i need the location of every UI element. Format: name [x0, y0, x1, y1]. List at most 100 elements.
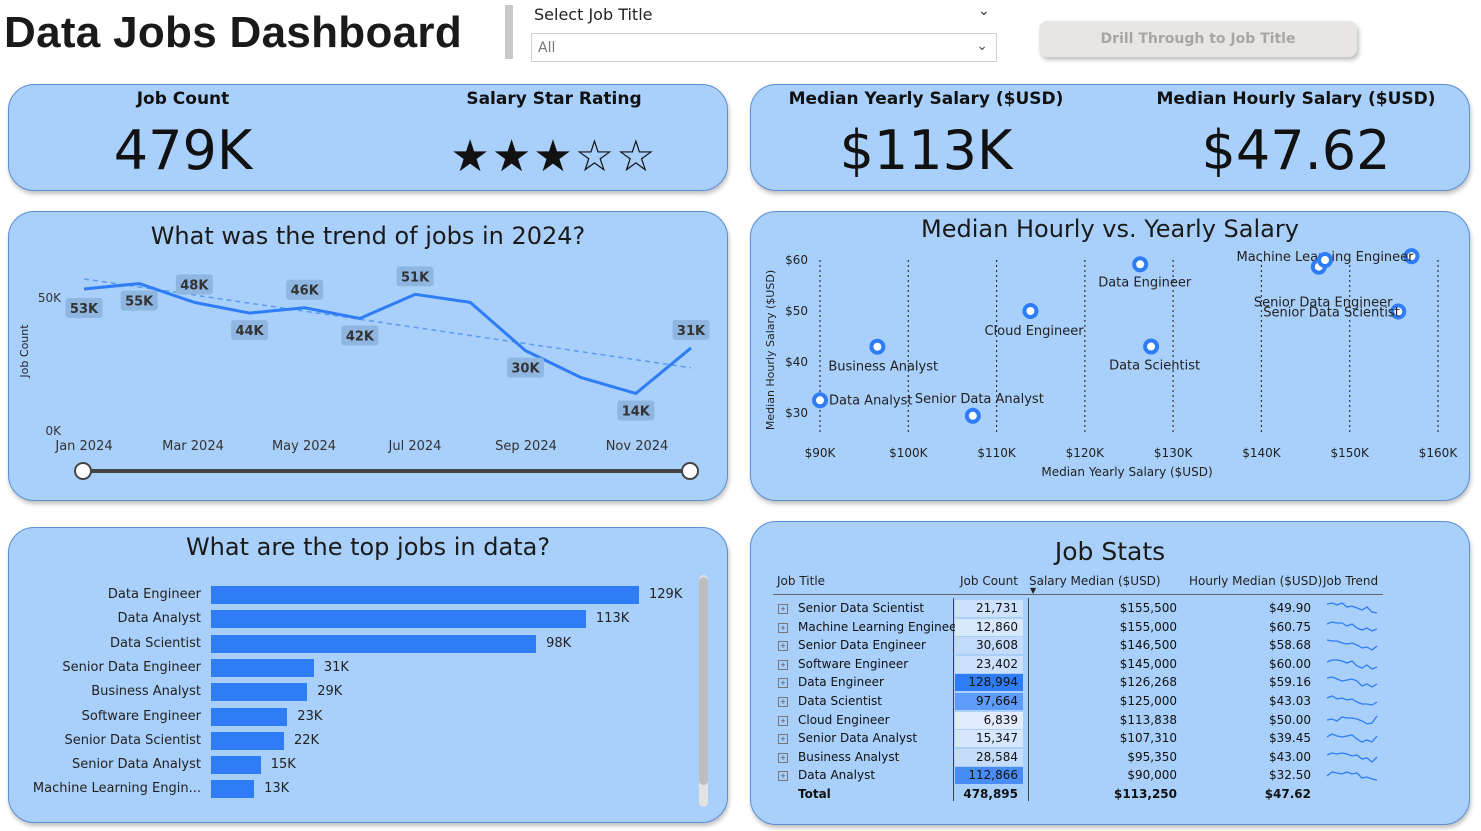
bar[interactable]: [211, 707, 288, 726]
trend-line-chart[interactable]: Job Count 50K 0K Jan 2024 Mar 2024 May 2…: [9, 212, 729, 502]
expand-row-icon[interactable]: +: [778, 678, 788, 689]
kpi-card-salary: Median Yearly Salary ($USD) $113K Median…: [750, 84, 1470, 191]
table-header[interactable]: Salary Median ($USD): [1029, 574, 1161, 588]
bar[interactable]: [211, 780, 255, 799]
scatter-xtick: $140K: [1242, 446, 1282, 460]
hourly-salary-value: $47.62: [1201, 119, 1391, 182]
bar-value-label: 129K: [649, 587, 683, 602]
table-total-hourly: $47.62: [1264, 787, 1311, 801]
expand-row-icon[interactable]: +: [778, 752, 788, 763]
table-cell-salary-median: $145,000: [1119, 656, 1177, 671]
bar[interactable]: [211, 731, 284, 750]
job-title-dropdown[interactable]: All ⌄: [531, 33, 997, 62]
table-header[interactable]: Job Count: [960, 574, 1018, 588]
bar[interactable]: [211, 756, 261, 775]
job-trend-sparkline: [1326, 602, 1378, 614]
table-cell-job-title: Senior Data Analyst: [798, 731, 918, 746]
range-slider-end-handle[interactable]: [681, 462, 699, 480]
job-trend-sparkline: [1326, 752, 1378, 763]
job-trend-sparkline: [1326, 695, 1378, 706]
bar-value-label: 13K: [264, 781, 290, 797]
bar[interactable]: [211, 634, 537, 653]
kpi-card-jobs: Job Count 479K Salary Star Rating ★★★☆☆: [8, 84, 728, 191]
scatter-point: [1316, 252, 1333, 268]
bar-chart-scrollbar[interactable]: [699, 575, 708, 807]
table-cell-salary-median: $155,000: [1119, 619, 1177, 634]
table-cell-salary-median: $95,350: [1127, 749, 1177, 764]
salary-scatter-chart[interactable]: Median Hourly Salary ($USD) Median Yearl…: [751, 212, 1471, 502]
expand-row-icon[interactable]: +: [778, 604, 788, 614]
job-stats-card: Job Stats Job Title Job Count Salary Media…: [750, 521, 1470, 825]
expand-row-icon[interactable]: +: [778, 622, 788, 633]
table-cell-hourly-median: $59.16: [1269, 675, 1311, 690]
scatter-xtick: $120K: [1066, 446, 1106, 460]
expand-row-icon[interactable]: +: [778, 771, 788, 782]
table-cell-hourly-median: $43.03: [1269, 694, 1311, 708]
expand-row-icon[interactable]: +: [778, 734, 788, 745]
drill-through-button[interactable]: Drill Through to Job Title: [1039, 21, 1357, 57]
scatter-point: [964, 407, 981, 424]
range-slider-start-handle[interactable]: [74, 462, 92, 480]
scatter-xtick: $90K: [805, 446, 837, 460]
hourly-salary-label: Median Hourly Salary ($USD): [1156, 89, 1436, 109]
table-cell-job-count: 15,347: [976, 731, 1018, 746]
table-total-label: Total: [798, 787, 831, 801]
scrollbar-thumb[interactable]: [699, 577, 708, 785]
bar-value-label: 98K: [546, 635, 572, 651]
bar[interactable]: [211, 683, 308, 702]
data-label: 44K: [235, 324, 264, 339]
sparkline-path: [1326, 771, 1378, 782]
table-header[interactable]: Job Trend: [1323, 574, 1378, 588]
table-cell-job-title: Data Scientist: [798, 694, 882, 708]
top-jobs-card: What are the top jobs in data? Data Engi…: [8, 527, 728, 823]
table-header-divider: [773, 594, 1383, 595]
trend-xtick: Jan 2024: [54, 439, 112, 454]
table-cell-job-title: Software Engineer: [798, 656, 909, 671]
bar-category-label: Data Analyst: [117, 611, 201, 627]
job-trend-sparkline: [1326, 620, 1378, 632]
expand-row-icon[interactable]: +: [778, 715, 788, 726]
scatter-xtick: $110K: [977, 446, 1017, 460]
job-trend-sparkline: [1326, 659, 1378, 670]
job-trend-sparkline: [1326, 771, 1378, 782]
yearly-salary-value: $113K: [839, 119, 1013, 182]
bar[interactable]: [211, 658, 314, 677]
trend-xtick: Jul 2024: [388, 439, 442, 454]
table-cell-job-count: 112,866: [968, 768, 1018, 783]
data-label: 31K: [677, 324, 706, 339]
table-cell-hourly-median: $39.45: [1269, 731, 1311, 746]
table-cell-job-count: 12,860: [976, 619, 1018, 634]
scatter-point-label: Data Engineer: [1098, 275, 1192, 290]
job-trend-sparkline: [1326, 715, 1378, 725]
salary-star-label: Salary Star Rating: [466, 89, 642, 109]
expand-row-icon[interactable]: +: [778, 697, 788, 707]
table-header[interactable]: Hourly Median ($USD): [1189, 574, 1322, 588]
expand-row-icon[interactable]: +: [778, 641, 788, 652]
scatter-ytick: $40: [785, 355, 808, 369]
top-jobs-bar-chart: Data Engineer 129K Data Analyst 113K Data Sc…: [9, 528, 729, 824]
expand-row-icon[interactable]: +: [778, 659, 788, 670]
trend-ytick: 50K: [38, 291, 62, 305]
table-cell-hourly-median: $43.00: [1269, 749, 1311, 764]
table-cell-job-count: 30,608: [976, 638, 1018, 653]
star-rating: ★★★☆☆: [450, 131, 658, 182]
data-label: 14K: [622, 404, 651, 419]
table-header[interactable]: Job Title: [777, 574, 825, 588]
bar-value-label: 113K: [595, 611, 630, 627]
table-cell-hourly-median: $60.00: [1269, 656, 1311, 671]
bar[interactable]: [211, 610, 586, 629]
data-label: 48K: [180, 278, 209, 293]
chevron-down-icon[interactable]: ⌄: [978, 3, 990, 19]
trend-xtick: May 2024: [272, 439, 336, 454]
bar[interactable]: [211, 586, 639, 604]
bar-category-label: Senior Data Analyst: [72, 757, 201, 773]
job-trend-sparkline: [1326, 676, 1378, 689]
sparkline-path: [1326, 695, 1378, 706]
dropdown-value: All: [538, 40, 556, 56]
trend-series-line: [83, 282, 692, 395]
slicer-accent-bar: [505, 5, 513, 59]
scatter-ytick: $50: [785, 304, 808, 318]
data-label: 55K: [125, 295, 154, 310]
data-label: 30K: [511, 362, 540, 377]
table-cell-hourly-median: $50.00: [1269, 712, 1311, 727]
